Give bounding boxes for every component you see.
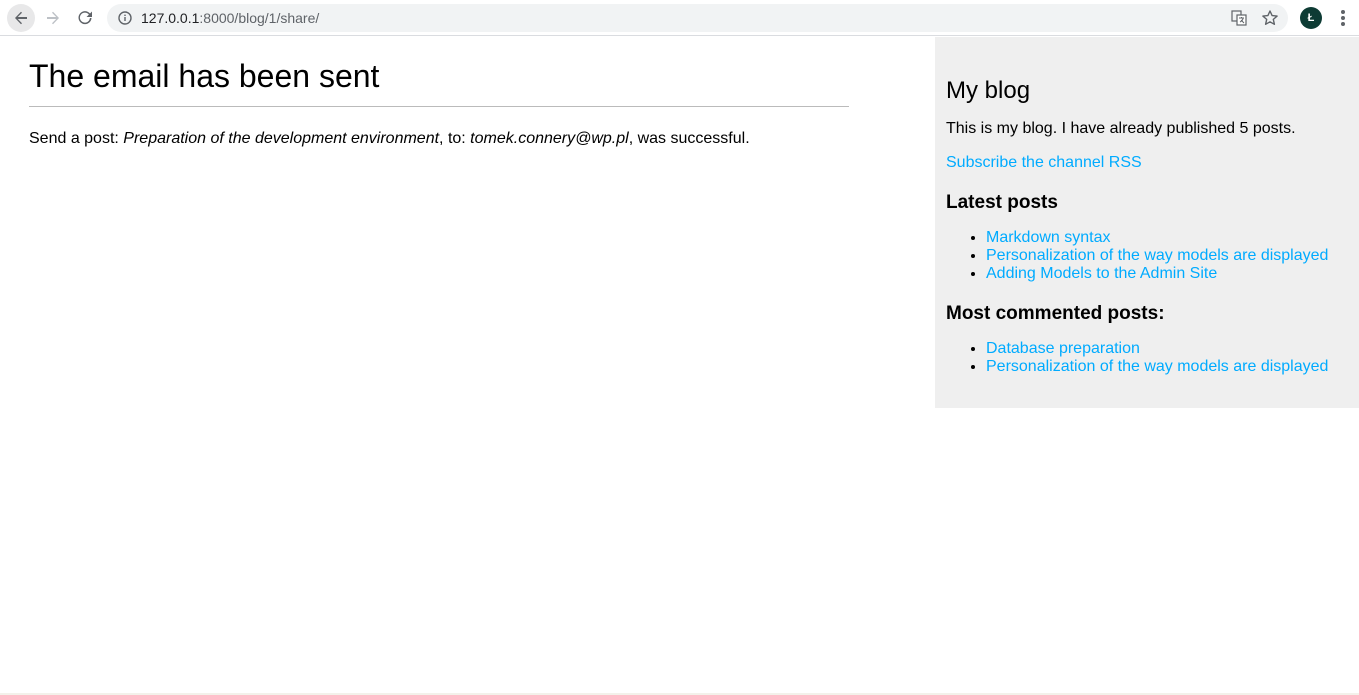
back-button[interactable] bbox=[7, 4, 35, 32]
arrow-left-icon bbox=[15, 11, 27, 25]
menu-icon[interactable] bbox=[1335, 8, 1351, 28]
latest-post-link[interactable]: Personalization of the way models are di… bbox=[986, 247, 1328, 264]
rss-link[interactable]: Subscribe the channel RSS bbox=[946, 153, 1359, 172]
arrow-right-icon bbox=[47, 11, 59, 25]
post-title: Preparation of the development environme… bbox=[123, 130, 440, 147]
message-prefix: Send a post: bbox=[29, 130, 124, 147]
address-bar[interactable]: 127.0.0.1:8000/blog/1/share/ bbox=[107, 4, 1288, 32]
most-commented-post-link[interactable]: Personalization of the way models are di… bbox=[986, 358, 1328, 375]
list-item: Markdown syntax bbox=[986, 229, 1359, 247]
most-commented-title: Most commented posts: bbox=[946, 303, 1165, 324]
star-icon[interactable] bbox=[1261, 9, 1279, 27]
main-content: The email has been sent Send a post: Pre… bbox=[29, 37, 849, 148]
browser-toolbar: 127.0.0.1:8000/blog/1/share/ Ł bbox=[0, 0, 1359, 36]
reload-icon bbox=[78, 11, 92, 25]
success-message: Send a post: Preparation of the developm… bbox=[29, 129, 849, 148]
page-title: The email has been sent bbox=[29, 37, 849, 107]
latest-posts-title: Latest posts bbox=[946, 192, 1058, 213]
blog-description: This is my blog. I have already publishe… bbox=[946, 120, 1296, 137]
recipient-email: tomek.connery@wp.pl bbox=[470, 130, 629, 147]
latest-posts-list: Markdown syntax Personalization of the w… bbox=[946, 229, 1359, 283]
blog-title: My blog bbox=[946, 77, 1031, 104]
info-icon[interactable] bbox=[118, 11, 132, 25]
list-item: Adding Models to the Admin Site bbox=[986, 265, 1359, 283]
latest-post-link[interactable]: Adding Models to the Admin Site bbox=[986, 265, 1217, 282]
message-suffix: , was successful. bbox=[628, 130, 750, 147]
translate-icon[interactable] bbox=[1231, 10, 1247, 26]
sidebar: My blog This is my blog. I have already … bbox=[935, 37, 1359, 408]
most-commented-list: Database preparation Personalization of … bbox=[946, 340, 1359, 376]
list-item: Personalization of the way models are di… bbox=[986, 358, 1359, 376]
list-item: Database preparation bbox=[986, 340, 1359, 358]
url-path: :8000/blog/1/share/ bbox=[199, 10, 320, 26]
url-text[interactable]: 127.0.0.1:8000/blog/1/share/ bbox=[141, 10, 319, 26]
profile-avatar[interactable]: Ł bbox=[1300, 7, 1322, 29]
list-item: Personalization of the way models are di… bbox=[986, 247, 1359, 265]
reload-button[interactable] bbox=[71, 4, 99, 32]
most-commented-post-link[interactable]: Database preparation bbox=[986, 340, 1140, 357]
message-middle: , to: bbox=[439, 130, 471, 147]
url-host: 127.0.0.1 bbox=[141, 10, 200, 26]
latest-post-link[interactable]: Markdown syntax bbox=[986, 229, 1111, 246]
forward-button[interactable] bbox=[39, 4, 67, 32]
